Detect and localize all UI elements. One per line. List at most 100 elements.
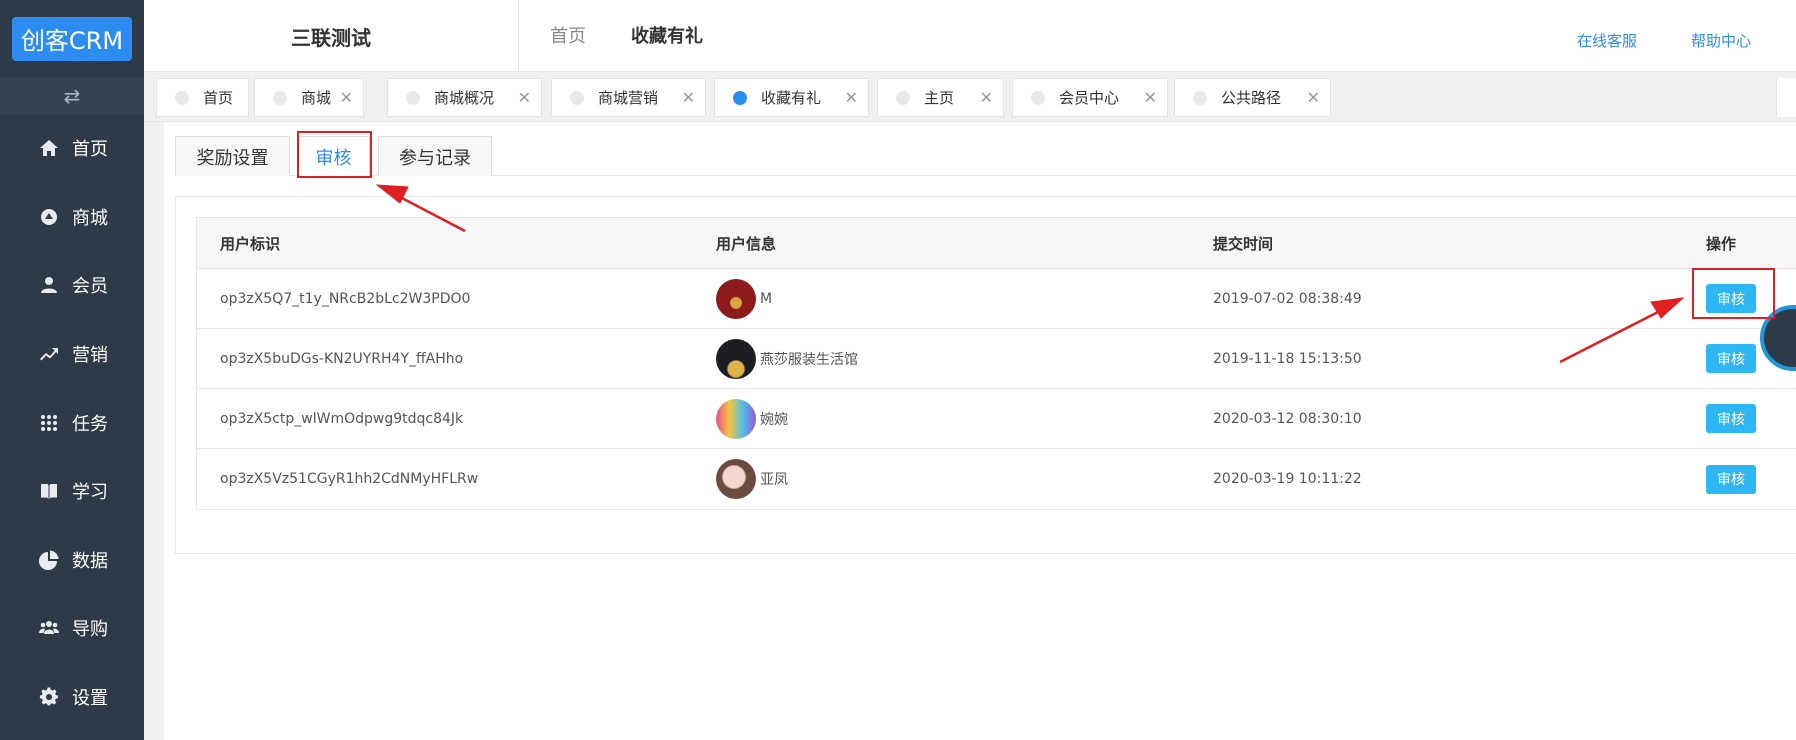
- user-info: 亚凤: [716, 449, 788, 509]
- user-id: op3zX5buDGs-KN2UYRH4Y_ffAHho: [220, 350, 464, 367]
- close-icon[interactable]: ✕: [1144, 88, 1157, 107]
- close-icon[interactable]: ✕: [980, 88, 993, 107]
- tabbar-scroll-edge[interactable]: [1776, 78, 1796, 117]
- submit-time: 2019-07-02 08:38:49: [1213, 290, 1362, 307]
- sidebar-item-label: 商城: [72, 207, 108, 229]
- user-nickname: 亚凤: [760, 472, 788, 488]
- avatar: [716, 278, 756, 319]
- header-user-id: 用户标识: [220, 234, 281, 253]
- table-header: 用户标识 用户信息 提交时间 操作: [197, 218, 1796, 269]
- avatar: [716, 459, 756, 499]
- sidebar-item-learn[interactable]: 学习: [0, 457, 144, 526]
- top-header: 三联测试 首页 收藏有礼 在线客服 帮助中心: [144, 0, 1796, 72]
- user-nickname: 婉婉: [760, 411, 788, 428]
- submit-time: 2020-03-19 10:11:22: [1213, 471, 1362, 487]
- sidebar-item-guide[interactable]: 导购: [0, 594, 144, 663]
- tab-label: 会员中心: [1059, 89, 1120, 107]
- tab-mall-overview[interactable]: 商城概况 ✕: [387, 78, 542, 117]
- tab-public-path[interactable]: 公共路径 ✕: [1174, 78, 1331, 117]
- sidebar-item-data[interactable]: 数据: [0, 526, 144, 595]
- sidebar-item-label: 任务: [72, 413, 108, 435]
- close-icon[interactable]: ✕: [1307, 88, 1320, 107]
- submit-time: 2019-11-18 15:13:50: [1213, 350, 1362, 367]
- table-row: op3zX5buDGs-KN2UYRH4Y_ffAHho 燕莎服装生活馆 201…: [197, 329, 1796, 389]
- tab-status-dot: [406, 90, 420, 105]
- close-icon[interactable]: ✕: [845, 88, 858, 107]
- action-cell: 审核: [1706, 449, 1756, 509]
- user-nickname: M: [760, 290, 773, 307]
- sidebar-item-home[interactable]: 首页: [0, 114, 144, 183]
- user-info: M: [716, 269, 772, 328]
- action-cell: 审核: [1706, 329, 1756, 388]
- tab-status-dot: [1031, 90, 1045, 105]
- review-button[interactable]: 审核: [1706, 464, 1756, 494]
- user-info: 婉婉: [716, 389, 788, 448]
- subtab-reward-settings[interactable]: 奖励设置: [175, 136, 290, 176]
- user-id: op3zX5Q7_t1y_NRcB2bLc2W3PDO0: [220, 290, 471, 307]
- tab-home[interactable]: 首页: [156, 78, 249, 117]
- sidebar-item-label: 导购: [72, 619, 108, 641]
- brand-logo[interactable]: 创客CRM: [12, 16, 132, 61]
- content-gutter: [144, 122, 164, 740]
- help-center-link[interactable]: 帮助中心: [1691, 30, 1751, 51]
- sidebar-item-member[interactable]: 会员: [0, 251, 144, 320]
- user-icon: [36, 275, 62, 295]
- breadcrumb-current: 收藏有礼: [631, 26, 703, 47]
- table-row: op3zX5Vz51CGyR1hh2CdNMyHFLRw 亚凤 2020-03-…: [197, 449, 1796, 509]
- book-icon: [36, 481, 62, 501]
- annotation-box-review-tab: [297, 131, 372, 178]
- sidebar-item-label: 数据: [72, 550, 108, 572]
- tab-label: 主页: [924, 89, 955, 107]
- tab-mall[interactable]: 商城 ✕: [254, 78, 364, 117]
- online-service-link[interactable]: 在线客服: [1577, 30, 1637, 51]
- sidebar-toggle[interactable]: ⇄: [0, 77, 144, 114]
- sidebar-item-mall[interactable]: 商城: [0, 183, 144, 252]
- main-content: 奖励设置 审核 参与记录 用户标识 用户信息 提交时间 操作 op3zX5Q7_…: [144, 122, 1796, 740]
- review-button[interactable]: 审核: [1706, 344, 1756, 373]
- tab-label: 商城概况: [434, 89, 495, 107]
- user-nickname: 燕莎服装生活馆: [760, 351, 858, 368]
- sidebar-item-task[interactable]: 任务: [0, 388, 144, 457]
- sidebar-item-label: 营销: [72, 345, 108, 367]
- tab-status-dot: [175, 90, 189, 105]
- tab-label: 收藏有礼: [761, 89, 822, 107]
- avatar: [716, 398, 756, 439]
- pie-icon: [36, 550, 62, 570]
- tab-main[interactable]: 主页 ✕: [877, 78, 1004, 117]
- page-tabs: 首页 商城 ✕ 商城概况 ✕ 商城营销 ✕ 收藏有礼 ✕ 主页 ✕ 会员中心 ✕…: [144, 72, 1796, 122]
- close-icon[interactable]: ✕: [340, 88, 353, 107]
- action-cell: 审核: [1706, 389, 1756, 448]
- submit-time: 2020-03-12 08:30:10: [1213, 410, 1362, 427]
- tab-mall-marketing[interactable]: 商城营销 ✕: [551, 78, 706, 117]
- close-icon[interactable]: ✕: [518, 88, 531, 107]
- group-icon: [36, 618, 62, 638]
- table-row: op3zX5Q7_t1y_NRcB2bLc2W3PDO0 M 2019-07-0…: [197, 269, 1796, 329]
- header-user-info: 用户信息: [716, 234, 777, 253]
- mall-icon: [36, 207, 62, 227]
- close-icon[interactable]: ✕: [682, 88, 695, 107]
- tab-label: 公共路径: [1221, 89, 1282, 107]
- tab-favorite-gift[interactable]: 收藏有礼 ✕: [714, 78, 869, 117]
- sidebar-item-label: 会员: [72, 276, 108, 298]
- sidebar-item-marketing[interactable]: 营销: [0, 320, 144, 389]
- review-button[interactable]: 审核: [1706, 404, 1756, 433]
- tab-status-dot: [733, 90, 747, 105]
- sidebar-item-settings[interactable]: 设置: [0, 663, 144, 732]
- swap-arrows-icon: ⇄: [63, 83, 81, 108]
- tab-status-dot: [1193, 90, 1207, 105]
- user-id: op3zX5ctp_wlWmOdpwg9tdqc84Jk: [220, 410, 464, 427]
- user-id: op3zX5Vz51CGyR1hh2CdNMyHFLRw: [220, 471, 479, 487]
- breadcrumb-home[interactable]: 首页: [550, 22, 586, 48]
- logo-area: 创客CRM: [0, 0, 144, 77]
- avatar: [716, 338, 756, 379]
- subtab-records[interactable]: 参与记录: [378, 136, 492, 176]
- shop-name[interactable]: 三联测试: [144, 0, 519, 72]
- tab-label: 首页: [203, 89, 234, 107]
- review-panel: 用户标识 用户信息 提交时间 操作 op3zX5Q7_t1y_NRcB2bLc2…: [175, 196, 1796, 554]
- gear-icon: [36, 687, 62, 707]
- table-row: op3zX5ctp_wlWmOdpwg9tdqc84Jk 婉婉 2020-03-…: [197, 389, 1796, 449]
- tab-status-dot: [273, 90, 287, 105]
- home-icon: [36, 138, 62, 158]
- review-table: 用户标识 用户信息 提交时间 操作 op3zX5Q7_t1y_NRcB2bLc2…: [196, 217, 1796, 510]
- tab-member-center[interactable]: 会员中心 ✕: [1012, 78, 1168, 117]
